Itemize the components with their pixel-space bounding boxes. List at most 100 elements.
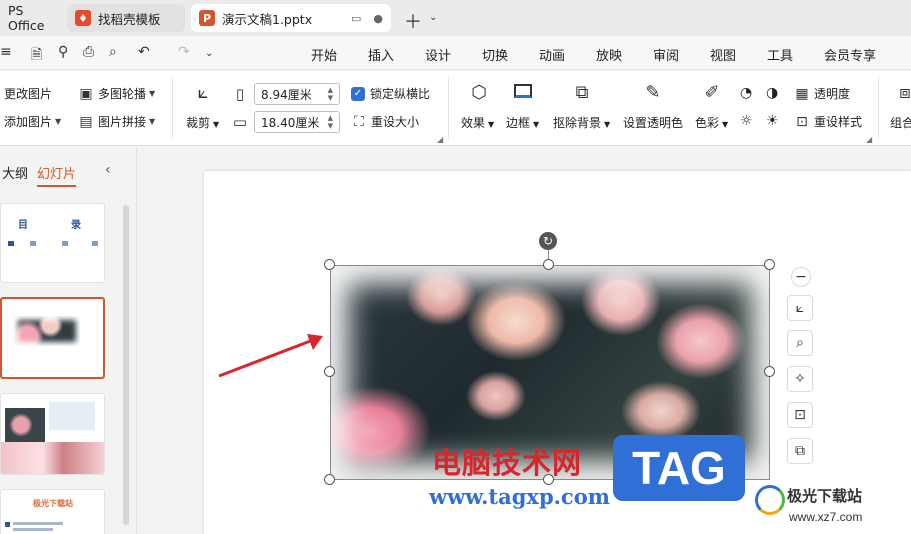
text-line	[13, 522, 63, 525]
resize-handle-top[interactable]	[543, 259, 554, 270]
menu-bar: ≡ 🗎 ⚲ ⎙ ⌕ ↶ ↷ ⌄ 开始 插入 设计 切换 动画 放映 审阅 视图 …	[0, 36, 911, 70]
remove-background-label: 抠除背景	[553, 116, 602, 130]
border-button[interactable]: 边框 ▼	[506, 114, 539, 131]
reset-size-icon: ⛶	[354, 113, 364, 130]
crop-button[interactable]: 裁剪 ▼	[186, 114, 219, 131]
remove-background-button[interactable]: 抠除背景 ▼	[553, 114, 610, 131]
slide-thumbnail-3[interactable]	[0, 393, 105, 475]
transparency-label: 透明度	[814, 87, 851, 101]
transparency-button[interactable]: ▦ 透明度	[794, 85, 850, 102]
slide-image-preview	[14, 316, 80, 346]
chevron-down-icon: ▼	[488, 120, 495, 129]
watermark-text: 电脑技术网	[432, 446, 583, 480]
menu-view[interactable]: 视图	[710, 45, 736, 64]
tab-docer-templates[interactable]: ♦ 找稻壳模板	[67, 4, 185, 32]
color-button[interactable]: 色彩 ▼	[695, 114, 728, 131]
menu-tools[interactable]: 工具	[767, 45, 793, 64]
pane-scrollbar[interactable]	[123, 205, 129, 525]
chevron-down-icon: ▼	[149, 117, 156, 126]
plus-icon[interactable]: ＋	[404, 8, 422, 34]
multi-carousel-button[interactable]: ▣ 多图轮播 ▼	[78, 85, 155, 102]
remove-background-icon[interactable]: ⧉	[787, 438, 813, 464]
menu-insert[interactable]: 插入	[368, 45, 394, 64]
title-tab-bar: PS Office ♦ 找稻壳模板 P 演示文稿1.pptx ▭ ● ＋ ⌄	[0, 0, 911, 36]
window-icon[interactable]: ▭	[351, 12, 361, 25]
menu-transition[interactable]: 切换	[482, 45, 508, 64]
collapse-pane-icon[interactable]: ‹	[105, 162, 111, 178]
combine-icon[interactable]: ⧈	[893, 82, 911, 104]
menu-slideshow[interactable]: 放映	[596, 45, 622, 64]
color-icon[interactable]: ✐	[700, 82, 724, 104]
chevron-down-icon[interactable]: ⌄	[429, 12, 437, 23]
divider	[172, 77, 173, 139]
crop-icon[interactable]: ⟀	[191, 82, 215, 104]
chevron-down-icon: ▼	[213, 120, 220, 129]
change-image-button[interactable]: 更改图片	[4, 85, 52, 102]
contrast-up-icon[interactable]: ◔	[740, 85, 752, 101]
spinner-icon[interactable]: ▲ ▼	[328, 86, 333, 102]
remove-background-icon[interactable]: ⧉	[570, 82, 594, 104]
tab-presentation[interactable]: P 演示文稿1.pptx ▭ ●	[191, 4, 391, 32]
spinner-icon[interactable]: ▲ ▼	[328, 114, 333, 130]
add-image-button[interactable]: 添加图片 ▼	[4, 113, 61, 130]
slide-title: 极光下载站	[33, 499, 73, 508]
tab-wps-office[interactable]: PS Office	[0, 3, 62, 33]
text-line	[13, 528, 53, 531]
print-preview-icon[interactable]: ⌕	[109, 44, 117, 60]
image-collage-label: 图片拼接	[98, 115, 147, 129]
docer-icon: ♦	[75, 10, 91, 26]
contrast-down-icon[interactable]: ◑	[766, 85, 778, 101]
save-icon[interactable]: 🗎	[31, 44, 42, 68]
site-logo-icon	[755, 485, 785, 515]
redo-icon[interactable]: ↷	[178, 44, 190, 60]
resize-handle-right[interactable]	[764, 366, 775, 377]
tab-slides[interactable]: 幻灯片	[37, 163, 77, 187]
transparent-color-icon[interactable]: ✎	[641, 82, 665, 104]
chevron-down-icon: ▼	[604, 120, 611, 129]
resize-handle-top-right[interactable]	[764, 259, 775, 270]
image-collage-button[interactable]: ▤ 图片拼接 ▼	[78, 113, 155, 130]
combine-button[interactable]: 组合	[890, 114, 911, 131]
dialog-launcher-icon[interactable]: ◢	[866, 135, 872, 144]
tab-outline[interactable]: 大纲	[2, 163, 28, 182]
reset-size-button[interactable]: ⛶ 重设大小	[351, 113, 419, 130]
dialog-launcher-icon[interactable]: ◢	[437, 135, 443, 144]
border-icon[interactable]	[511, 82, 535, 104]
slide-thumbnail-4[interactable]: 极光下载站	[0, 489, 105, 534]
lock-ratio-checkbox[interactable]: ✓ 锁定纵横比	[351, 85, 430, 102]
menu-animation[interactable]: 动画	[539, 45, 565, 64]
menu-member[interactable]: 会员专享	[824, 45, 876, 64]
undo-icon[interactable]: ↶	[138, 44, 150, 60]
screenshot-icon[interactable]: ⊡	[787, 402, 813, 428]
slide-title: 目	[18, 220, 28, 231]
chevron-down-icon[interactable]: ⌄	[205, 48, 213, 59]
lock-ratio-label: 锁定纵横比	[370, 87, 431, 101]
effects-icon[interactable]: ⬡	[467, 82, 491, 104]
zoom-icon[interactable]: ⌕	[787, 330, 813, 356]
slide-thumbnail-2[interactable]	[0, 297, 105, 379]
menu-icon[interactable]: ≡	[0, 44, 12, 60]
annotation-arrow	[218, 334, 323, 378]
slide-thumbnail-1[interactable]: 目 录	[0, 203, 105, 283]
menu-review[interactable]: 审阅	[653, 45, 679, 64]
crop-icon[interactable]: ⟀	[787, 295, 813, 321]
divider	[448, 77, 449, 139]
menu-design[interactable]: 设计	[425, 45, 451, 64]
rotate-handle-icon[interactable]: ↻	[539, 232, 557, 250]
height-input[interactable]: 8.94厘米 ▲ ▼	[254, 83, 340, 105]
set-transparent-color-button[interactable]: 设置透明色	[623, 114, 683, 131]
reset-style-label: 重设样式	[814, 115, 863, 129]
width-input[interactable]: 18.40厘米 ▲ ▼	[254, 111, 340, 133]
menu-home[interactable]: 开始	[311, 45, 337, 64]
brightness-up-icon[interactable]: ☼	[740, 113, 753, 129]
brightness-down-icon[interactable]: ☀	[766, 113, 779, 129]
watermark-site-name: 极光下载站	[787, 487, 863, 505]
resize-handle-bottom-left[interactable]	[324, 474, 335, 485]
effects-button[interactable]: 效果 ▼	[461, 114, 494, 131]
minus-icon[interactable]: −	[791, 267, 811, 287]
resize-handle-top-left[interactable]	[324, 259, 335, 270]
magic-wand-icon[interactable]: ✧	[787, 366, 813, 392]
link-icon[interactable]: ⚲	[58, 44, 68, 60]
print-icon[interactable]: ⎙	[83, 44, 94, 60]
reset-style-button[interactable]: ⊡ 重设样式	[794, 113, 862, 130]
